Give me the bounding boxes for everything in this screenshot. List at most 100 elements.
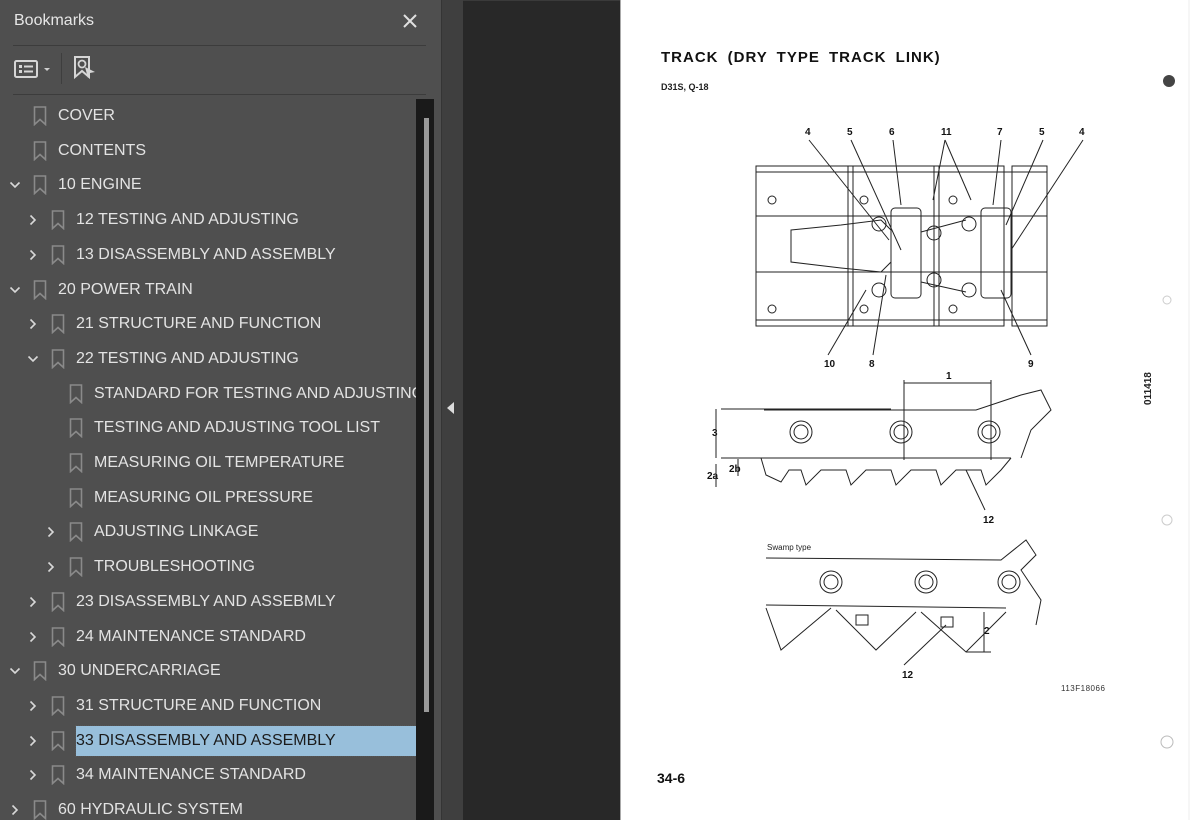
bookmark-icon: [51, 244, 65, 266]
bookmark-icon: [51, 314, 65, 335]
bookmark-item[interactable]: 12 TESTING AND ADJUSTING: [0, 203, 416, 237]
bookmark-item[interactable]: TROUBLESHOOTING: [0, 550, 416, 584]
find-current-bookmark-icon: [74, 56, 95, 80]
close-panel-button[interactable]: [398, 8, 422, 34]
bookmark-label: 13 DISASSEMBLY AND ASSEMBLY: [76, 245, 336, 263]
bookmark-item[interactable]: 30 UNDERCARRIAGE: [0, 654, 416, 688]
bookmark-icon: [69, 557, 83, 578]
bookmark-label: MEASURING OIL PRESSURE: [94, 488, 314, 506]
bookmark-label: 22 TESTING AND ADJUSTING: [76, 349, 299, 367]
bookmark-label: TESTING AND ADJUSTING TOOL LIST: [94, 419, 380, 437]
bookmark-item[interactable]: ADJUSTING LINKAGE: [0, 515, 416, 549]
bookmark-icon: [51, 730, 65, 751]
chevron-down-icon[interactable]: [26, 352, 40, 366]
bookmark-icon: [51, 626, 65, 647]
panel-title: Bookmarks: [14, 12, 95, 29]
close-icon: [403, 14, 417, 28]
toolbar-divider: [13, 94, 426, 95]
chevron-right-icon[interactable]: [8, 803, 22, 817]
bookmark-item[interactable]: MEASURING OIL PRESSURE: [0, 481, 416, 515]
bookmark-item[interactable]: 10 ENGINE: [0, 168, 416, 202]
bookmark-label-selected: 33 DISASSEMBLY AND ASSEMBLY: [75, 724, 416, 757]
bookmark-item[interactable]: CONTENTS: [0, 134, 416, 168]
document-page: TRACK (DRY TYPE TRACK LINK) D31S, Q-18 0…: [620, 0, 1200, 820]
margin-mark-icon: [1162, 295, 1172, 305]
bookmark-icon: [51, 765, 65, 786]
bookmark-label: 12 TESTING AND ADJUSTING: [76, 211, 299, 229]
chevron-right-icon[interactable]: [26, 213, 40, 227]
bookmark-icon: [69, 522, 83, 543]
bookmark-item[interactable]: 22 TESTING AND ADJUSTING: [0, 342, 416, 376]
bookmark-label: COVER: [58, 107, 115, 124]
bookmarks-panel: Bookmarks COVER CONTENTS 10 ENGINE 12 TESTI…: [0, 0, 441, 820]
bookmark-icon: [33, 140, 47, 161]
chevron-right-icon[interactable]: [26, 630, 40, 644]
find-current-bookmark-button[interactable]: [72, 56, 98, 82]
bookmark-label: 24 MAINTENANCE STANDARD: [76, 627, 306, 645]
bookmark-item[interactable]: TESTING AND ADJUSTING TOOL LIST: [0, 411, 416, 445]
bookmark-label: 10 ENGINE: [58, 176, 142, 194]
bookmark-label: ADJUSTING LINKAGE: [94, 523, 259, 541]
bookmark-item[interactable]: 21 STRUCTURE AND FUNCTION: [0, 307, 416, 341]
dropdown-caret-icon: [44, 68, 50, 71]
plan-view-drawing: [755, 139, 1084, 356]
bookmark-label: 20 POWER TRAIN: [58, 280, 193, 298]
bookmark-label: MEASURING OIL TEMPERATURE: [94, 454, 345, 471]
chevron-down-icon[interactable]: [8, 178, 22, 192]
bookmark-label: 31 STRUCTURE AND FUNCTION: [76, 696, 322, 714]
bookmark-label: 34 MAINTENANCE STANDARD: [76, 766, 306, 784]
chevron-right-icon[interactable]: [26, 699, 40, 713]
bookmark-item[interactable]: 13 DISASSEMBLY AND ASSEMBLY: [0, 238, 416, 272]
bookmark-item[interactable]: 33 DISASSEMBLY AND ASSEMBLY: [0, 724, 416, 758]
options-menu-button[interactable]: [14, 56, 52, 82]
bookmark-item[interactable]: 24 MAINTENANCE STANDARD: [0, 620, 416, 654]
chevron-right-icon[interactable]: [26, 768, 40, 782]
bookmark-icon: [51, 696, 65, 717]
toolbar-separator: [61, 53, 62, 84]
bookmark-item[interactable]: 20 POWER TRAIN: [0, 273, 416, 307]
bookmark-icon: [33, 106, 47, 127]
chevron-right-icon[interactable]: [26, 734, 40, 748]
bookmark-label: 21 STRUCTURE AND FUNCTION: [76, 315, 322, 333]
bookmark-item[interactable]: STANDARD FOR TESTING AND ADJUSTING: [0, 377, 416, 411]
bookmark-icon: [69, 487, 83, 508]
bookmark-item[interactable]: 31 STRUCTURE AND FUNCTION: [0, 689, 416, 723]
track-link-drawing: [715, 0, 1190, 820]
chevron-down-icon[interactable]: [8, 664, 22, 678]
bookmark-icon: [69, 418, 83, 439]
bookmark-label: TROUBLESHOOTING: [94, 558, 255, 576]
bookmark-icon: [69, 453, 83, 474]
bookmark-label: 30 UNDERCARRIAGE: [58, 662, 221, 680]
collapse-panel-arrow-icon[interactable]: [447, 402, 454, 414]
header-divider: [13, 45, 426, 46]
bookmark-label: STANDARD FOR TESTING AND ADJUSTING: [94, 384, 416, 402]
bookmark-icon: [69, 383, 83, 404]
bookmark-icon: [33, 661, 47, 682]
bookmark-icon: [33, 279, 47, 300]
bookmark-label: 60 HYDRAULIC SYSTEM: [58, 801, 243, 818]
chevron-right-icon[interactable]: [44, 525, 58, 539]
margin-mark-icon: [1161, 514, 1173, 526]
chevron-right-icon[interactable]: [26, 595, 40, 609]
side-view-drawing: [715, 380, 1052, 511]
bookmark-item[interactable]: 34 MAINTENANCE STANDARD: [0, 758, 416, 792]
bookmark-label: 23 DISASSEMBLY AND ASSEBMLY: [76, 592, 336, 610]
chevron-down-icon[interactable]: [8, 283, 22, 297]
bookmark-item[interactable]: 23 DISASSEMBLY AND ASSEBMLY: [0, 585, 416, 619]
list-options-icon: [14, 60, 38, 78]
tree-scrollbar-thumb[interactable]: [424, 118, 429, 712]
bookmark-tree: COVER CONTENTS 10 ENGINE 12 TESTING AND ADJ…: [0, 99, 416, 820]
chevron-right-icon[interactable]: [44, 560, 58, 574]
chevron-right-icon[interactable]: [26, 248, 40, 262]
bookmark-item[interactable]: MEASURING OIL TEMPERATURE: [0, 446, 416, 480]
margin-mark-icon: [1163, 75, 1175, 87]
bookmark-icon: [33, 175, 47, 196]
bookmark-icon: [51, 210, 65, 231]
chevron-right-icon[interactable]: [26, 317, 40, 331]
bookmark-item[interactable]: COVER: [0, 99, 416, 133]
bookmark-icon: [51, 349, 65, 370]
margin-mark-icon: [1160, 735, 1174, 749]
bookmark-icon: [33, 800, 47, 820]
swamp-view-drawing: [765, 539, 1042, 666]
bookmark-item[interactable]: 60 HYDRAULIC SYSTEM: [0, 793, 416, 820]
